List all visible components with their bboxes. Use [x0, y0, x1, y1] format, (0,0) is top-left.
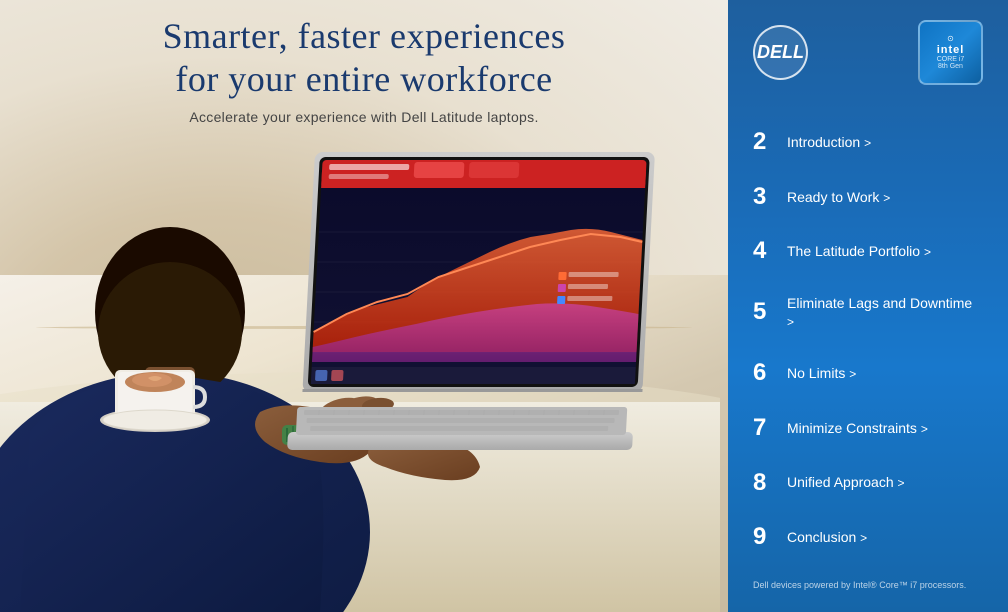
right-panel: DELL ⊙ intel CORE i7 8th Gen 2 Introduct…: [728, 0, 1008, 612]
nav-label: Unified Approach >: [787, 473, 905, 492]
footer-text: Dell devices powered by Intel® Core™ i7 …: [753, 579, 983, 592]
intel-text: intel: [937, 44, 965, 56]
nav-number: 4: [753, 239, 775, 263]
nav-number: 9: [753, 525, 775, 549]
nav-item[interactable]: 3 Ready to Work >: [753, 181, 983, 213]
nav-number: 2: [753, 130, 775, 154]
nav-number: 7: [753, 416, 775, 440]
nav-arrow: >: [924, 245, 931, 259]
nav-arrow: >: [787, 315, 794, 329]
title-section: Smarter, faster experiences for your ent…: [0, 15, 728, 125]
left-panel: Smarter, faster experiences for your ent…: [0, 0, 728, 612]
logos-row: DELL ⊙ intel CORE i7 8th Gen: [753, 20, 983, 85]
nav-item[interactable]: 8 Unified Approach >: [753, 467, 983, 499]
dell-logo: DELL: [753, 25, 808, 80]
main-title: Smarter, faster experiences for your ent…: [0, 15, 728, 101]
intel-core-text: CORE i7: [937, 56, 965, 63]
nav-item[interactable]: 7 Minimize Constraints >: [753, 412, 983, 444]
nav-item[interactable]: 9 Conclusion >: [753, 521, 983, 553]
intel-badge: ⊙ intel CORE i7 8th Gen: [918, 20, 983, 85]
nav-label: Conclusion >: [787, 528, 867, 547]
nav-label: Eliminate Lags and Downtime >: [787, 294, 983, 331]
nav-arrow: >: [860, 531, 867, 545]
nav-label: The Latitude Portfolio >: [787, 242, 931, 261]
nav-label: Minimize Constraints >: [787, 419, 928, 438]
nav-number: 3: [753, 185, 775, 209]
nav-label: Introduction >: [787, 133, 871, 152]
subtitle-text: Accelerate your experience with Dell Lat…: [0, 109, 728, 125]
nav-item[interactable]: 6 No Limits >: [753, 357, 983, 389]
nav-number: 8: [753, 471, 775, 495]
nav-number: 6: [753, 361, 775, 385]
navigation-list: 2 Introduction > 3 Ready to Work > 4 The…: [753, 115, 983, 564]
nav-item[interactable]: 2 Introduction >: [753, 126, 983, 158]
nav-label: Ready to Work >: [787, 188, 890, 207]
nav-arrow: >: [898, 476, 905, 490]
nav-item[interactable]: 5 Eliminate Lags and Downtime >: [753, 290, 983, 335]
nav-arrow: >: [883, 191, 890, 205]
nav-item[interactable]: 4 The Latitude Portfolio >: [753, 235, 983, 267]
nav-arrow: >: [849, 367, 856, 381]
nav-arrow: >: [921, 422, 928, 436]
intel-gen-text: 8th Gen: [938, 63, 963, 70]
nav-arrow: >: [864, 136, 871, 150]
dell-logo-text: DELL: [757, 42, 804, 63]
intel-swirl: ⊙: [947, 35, 954, 44]
nav-label: No Limits >: [787, 364, 856, 383]
nav-number: 5: [753, 300, 775, 324]
